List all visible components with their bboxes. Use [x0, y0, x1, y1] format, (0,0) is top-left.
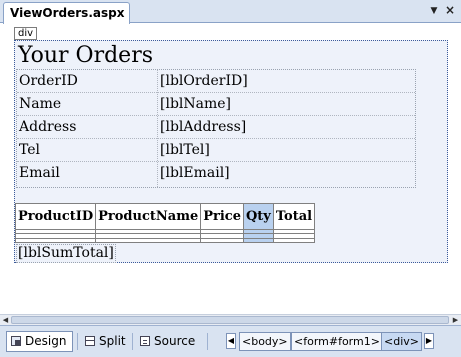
- grid-column-productname[interactable]: ProductName: [95, 203, 202, 230]
- tab-dropdown-icon[interactable]: ▼: [429, 5, 439, 17]
- table-row-address[interactable]: Address [lblAddress]: [17, 116, 415, 139]
- grid-cell: [14, 237, 97, 244]
- source-view-icon: [140, 336, 150, 346]
- design-view-icon: [11, 336, 21, 346]
- lbl-name[interactable]: [lblName]: [160, 96, 231, 113]
- scroll-left-icon[interactable]: ◀: [1, 315, 10, 325]
- next-element-icon[interactable]: ▶: [424, 333, 434, 349]
- scroll-right-icon[interactable]: ▶: [451, 315, 460, 325]
- breadcrumb-body[interactable]: <body>: [239, 332, 291, 351]
- grid-empty-row: [14, 237, 316, 244]
- grid-cell: [242, 237, 274, 244]
- split-view-label: Split: [99, 334, 126, 348]
- grid-column-productid[interactable]: ProductID: [14, 203, 97, 230]
- divider: [77, 333, 78, 350]
- grid-header-row: ProductID ProductName Price Qty Total: [14, 203, 316, 230]
- lbl-tel[interactable]: [lblTel]: [160, 142, 210, 159]
- div-container[interactable]: Your Orders OrderID [lblOrderID] Name [l…: [14, 40, 448, 263]
- document-tab-strip: ViewOrders.aspx ▼ ×: [0, 0, 461, 24]
- design-surface[interactable]: div Your Orders OrderID [lblOrderID] Nam…: [0, 24, 461, 314]
- lbl-email[interactable]: [lblEmail]: [160, 165, 230, 182]
- close-icon[interactable]: ×: [444, 3, 456, 17]
- view-selector-bar: Design Split Source ◀ <body> <form#form1…: [0, 325, 461, 357]
- order-items-gridview[interactable]: ProductID ProductName Price Qty Total: [14, 203, 316, 244]
- label-name: Name: [19, 96, 62, 112]
- page-title[interactable]: Your Orders: [18, 42, 153, 70]
- grid-column-total[interactable]: Total: [272, 203, 316, 230]
- order-info-table[interactable]: OrderID [lblOrderID] Name [lblName] Addr…: [16, 69, 416, 188]
- label-orderid: OrderID: [19, 73, 78, 89]
- grid-cell: [200, 237, 244, 244]
- grid-cell: [272, 237, 316, 244]
- previous-element-icon[interactable]: ◀: [226, 333, 236, 349]
- divider: [132, 333, 133, 350]
- grid-column-qty[interactable]: Qty: [242, 203, 274, 230]
- lbl-sum-total[interactable]: [lblSumTotal]: [16, 244, 116, 263]
- split-view-button[interactable]: Split: [80, 331, 133, 352]
- table-row-email[interactable]: Email [lblEmail]: [17, 162, 415, 185]
- source-view-label: Source: [154, 334, 196, 348]
- breadcrumb-div[interactable]: <div>: [381, 332, 422, 351]
- table-row-name[interactable]: Name [lblName]: [17, 93, 415, 116]
- label-tel: Tel: [19, 142, 41, 158]
- label-address: Address: [19, 119, 77, 135]
- element-tag-badge[interactable]: div: [14, 27, 38, 40]
- lbl-address[interactable]: [lblAddress]: [160, 119, 246, 136]
- scrollbar-thumb[interactable]: [11, 316, 449, 324]
- grid-column-price[interactable]: Price: [200, 203, 244, 230]
- grid-cell: [95, 237, 202, 244]
- table-row-orderid[interactable]: OrderID [lblOrderID]: [17, 70, 415, 93]
- table-row-tel[interactable]: Tel [lblTel]: [17, 139, 415, 162]
- lbl-orderid[interactable]: [lblOrderID]: [160, 73, 248, 90]
- horizontal-scrollbar[interactable]: ◀ ▶: [0, 314, 461, 325]
- divider: [207, 333, 208, 350]
- document-tab-vieworders[interactable]: ViewOrders.aspx: [3, 2, 131, 24]
- design-view-label: Design: [25, 334, 67, 348]
- split-view-icon: [85, 336, 95, 346]
- source-view-button[interactable]: Source: [135, 331, 202, 352]
- design-view-button[interactable]: Design: [6, 331, 74, 352]
- label-email: Email: [19, 165, 60, 181]
- breadcrumb-form[interactable]: <form#form1>: [291, 332, 383, 351]
